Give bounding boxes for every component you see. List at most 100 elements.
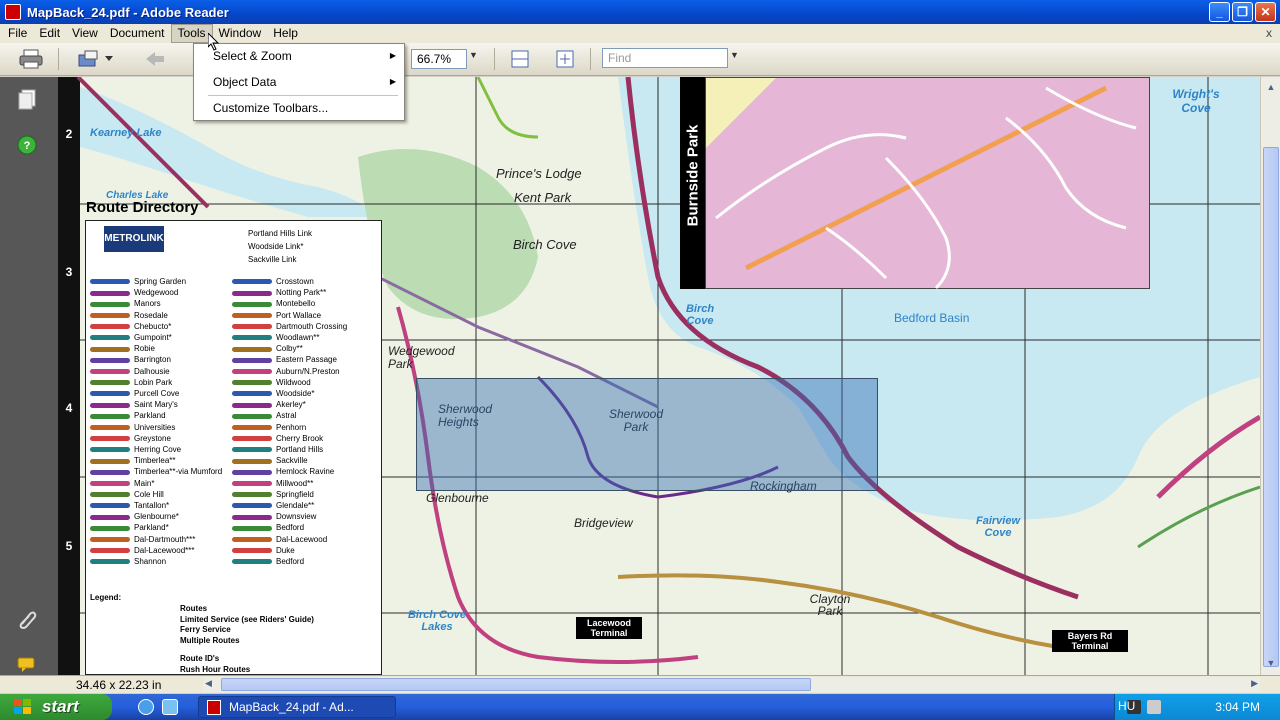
- route-name: Manors: [134, 299, 161, 309]
- route-entry: Bedford: [232, 522, 378, 533]
- route-name: Rosedale: [134, 310, 168, 320]
- route-color-swatch: [90, 425, 130, 431]
- menu-tools[interactable]: Tools: [170, 24, 213, 43]
- route-name: Timberlea**: [134, 456, 176, 466]
- route-color-swatch: [90, 324, 130, 330]
- metrolink-route: Portland Hills Link: [248, 229, 313, 238]
- submenu-arrow-icon: ▶: [389, 51, 396, 60]
- zoom-input[interactable]: 66.7%: [411, 49, 467, 69]
- route-color-swatch: [232, 525, 272, 531]
- scroll-left-icon[interactable]: ◀: [205, 678, 212, 689]
- route-color-swatch: [232, 548, 272, 554]
- previous-page-icon[interactable]: [142, 48, 168, 70]
- route-entry: Rosedale: [90, 310, 230, 321]
- route-name: Downsview: [276, 512, 317, 522]
- page-size-readout: 34.46 x 22.23 in: [76, 678, 162, 692]
- menu-item-object-data[interactable]: Object Data ▶: [194, 71, 404, 93]
- route-color-swatch: [90, 525, 130, 531]
- route-name: Portland Hills: [276, 445, 324, 455]
- menu-view[interactable]: View: [66, 24, 104, 43]
- route-entry: Millwood**: [232, 478, 378, 489]
- route-entry: Manors: [90, 298, 230, 309]
- menu-help[interactable]: Help: [267, 24, 304, 43]
- taskbar-item-adobe-reader[interactable]: MapBack_24.pdf - Ad...: [198, 696, 396, 718]
- route-name: Saint Mary's: [134, 400, 178, 410]
- start-label: start: [42, 697, 79, 716]
- map-label-place: Prince's Lodge: [496, 166, 582, 181]
- route-color-swatch: [90, 548, 130, 554]
- minimize-button[interactable]: _: [1209, 2, 1230, 22]
- menu-item-select-zoom[interactable]: Select & Zoom ▶: [194, 45, 404, 67]
- route-entry: Notting Park**: [232, 287, 378, 298]
- system-tray: 3:04 PM: [1114, 694, 1280, 720]
- print-icon[interactable]: [18, 48, 44, 70]
- route-name: Timberlea**-via Mumford: [134, 467, 223, 477]
- horizontal-scroll-thumb[interactable]: [221, 678, 811, 691]
- horizontal-scrollbar[interactable]: ◀ ▶: [203, 677, 1260, 692]
- legend-item: Limited Service (see Riders' Guide): [180, 614, 314, 624]
- menu-item-customize-toolbars[interactable]: Customize Toolbars...: [194, 97, 404, 119]
- route-color-swatch: [90, 335, 130, 341]
- grid-row-number: 2: [65, 127, 73, 141]
- route-name: Wildwood: [276, 377, 311, 387]
- route-name: Duke: [276, 545, 295, 555]
- route-name: Parkland: [134, 411, 166, 421]
- route-entry: Dal-Lacewood***: [90, 545, 230, 556]
- route-color-swatch: [90, 369, 130, 375]
- route-color-swatch: [90, 279, 130, 285]
- chevron-down-icon[interactable]: [102, 48, 116, 70]
- route-color-swatch: [232, 447, 272, 453]
- map-label-place: Clayton Park: [809, 592, 851, 618]
- route-color-swatch: [90, 514, 130, 520]
- document-view[interactable]: 2 3 4 5 Kearney Lake Charles Lake Birch …: [58, 77, 1260, 675]
- route-name: Dalhousie: [134, 366, 170, 376]
- menu-document[interactable]: Document: [104, 24, 171, 43]
- route-color-swatch: [232, 301, 272, 307]
- scroll-down-icon[interactable]: ▼: [1263, 655, 1279, 671]
- show-desktop-icon[interactable]: [162, 699, 178, 715]
- menu-window[interactable]: Window: [213, 24, 268, 43]
- maximize-button[interactable]: ❐: [1232, 2, 1253, 22]
- route-color-swatch: [90, 503, 130, 509]
- pages-icon[interactable]: [14, 87, 40, 111]
- tools-menu-dropdown: Select & Zoom ▶ Object Data ▶ Customize …: [193, 43, 405, 121]
- route-color-swatch: [232, 481, 272, 487]
- close-window-button[interactable]: ✕: [1255, 2, 1276, 22]
- find-dropdown-icon[interactable]: ▼: [730, 50, 739, 60]
- title-bar: MapBack_24.pdf - Adobe Reader _ ❐ ✕: [0, 0, 1280, 24]
- route-name: Shannon: [134, 557, 167, 567]
- fit-page-icon[interactable]: [507, 48, 533, 70]
- attachment-icon[interactable]: [14, 607, 40, 631]
- route-name: Lobin Park: [134, 377, 173, 387]
- fit-width-icon[interactable]: [552, 48, 578, 70]
- menu-file[interactable]: File: [2, 24, 33, 43]
- route-entry: Timberlea**-via Mumford: [90, 466, 230, 477]
- zoom-dropdown-icon[interactable]: ▼: [469, 50, 478, 60]
- route-color-swatch: [232, 559, 272, 565]
- network-icon[interactable]: [1147, 700, 1161, 714]
- start-button[interactable]: start: [0, 694, 112, 720]
- menu-edit[interactable]: Edit: [33, 24, 66, 43]
- route-name: Millwood**: [276, 478, 314, 488]
- language-indicator[interactable]: HU: [1118, 699, 1135, 713]
- comments-icon[interactable]: [14, 653, 40, 677]
- route-entry: Woodlawn**: [232, 332, 378, 343]
- route-entry: Glenbourne*: [90, 511, 230, 522]
- vertical-scroll-thumb[interactable]: [1263, 147, 1279, 667]
- vertical-scrollbar[interactable]: ▲ ▼: [1260, 77, 1280, 675]
- document-close-icon[interactable]: x: [1266, 26, 1272, 40]
- route-entry: Springfield: [232, 489, 378, 500]
- route-name: Universities: [134, 422, 176, 432]
- scroll-right-icon[interactable]: ▶: [1251, 678, 1258, 689]
- scroll-up-icon[interactable]: ▲: [1263, 79, 1279, 95]
- collaborate-icon[interactable]: [76, 48, 102, 70]
- find-input[interactable]: Find: [602, 48, 728, 68]
- map-label-water: Wright's Cove: [1172, 87, 1220, 115]
- internet-explorer-icon[interactable]: [138, 699, 154, 715]
- route-entry: Gumpoint*: [90, 332, 230, 343]
- help-icon[interactable]: ?: [14, 133, 40, 157]
- route-name: Dartmouth Crossing: [276, 321, 348, 331]
- zoom-selection-rectangle: [416, 378, 878, 491]
- map-label-water: Fairview Cove: [975, 515, 1021, 539]
- grid-row-number: 5: [65, 539, 73, 553]
